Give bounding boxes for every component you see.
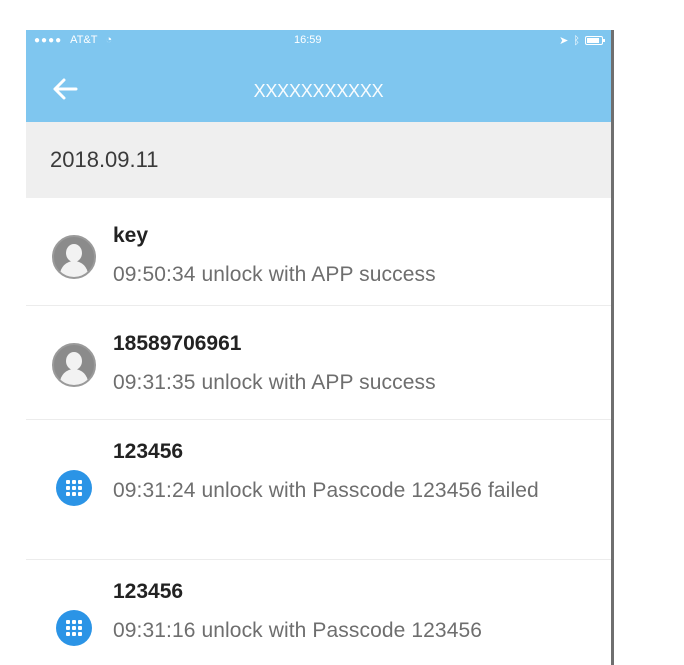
user-avatar-icon	[52, 343, 96, 387]
top-bar: ●●●● AT&T ◔ 16:59 ➤ ᛒ XXXXXXXXXXX	[26, 30, 611, 122]
status-time: 16:59	[294, 34, 322, 46]
status-bar: ●●●● AT&T ◔ 16:59 ➤ ᛒ	[26, 30, 611, 56]
record-name: 18589706961	[113, 332, 242, 355]
record-description: 09:31:16 unlock with Passcode 123456	[113, 619, 483, 642]
record-name: key	[113, 224, 149, 247]
wifi-icon: ◔	[105, 34, 113, 46]
record-icon-wrap	[52, 466, 96, 510]
user-avatar-icon	[52, 235, 96, 279]
record-description: 09:31:35 unlock with APP success	[113, 371, 436, 394]
location-icon: ➤	[559, 35, 569, 47]
record-text: key 09:50:34 unlock with APP success	[113, 198, 583, 289]
battery-icon	[585, 36, 605, 45]
record-text: 123456 09:31:24 unlock with Passcode 123…	[113, 420, 583, 505]
record-name: 123456	[113, 440, 184, 463]
record-icon-wrap	[52, 235, 96, 279]
status-right: ➤ ᛒ	[559, 34, 605, 47]
bluetooth-icon: ᛒ	[573, 34, 580, 47]
status-left: ●●●● AT&T ◔	[34, 34, 112, 46]
navigation-bar: XXXXXXXXXXX	[26, 56, 611, 122]
date-header: 2018.09.11	[26, 122, 611, 198]
phone-screen: ●●●● AT&T ◔ 16:59 ➤ ᛒ XXXXXXXXXXX 2018.0…	[26, 30, 614, 665]
record-description: 09:50:34 unlock with APP success	[113, 263, 436, 286]
record-text: 18589706961 09:31:35 unlock with APP suc…	[113, 306, 583, 397]
record-icon-wrap	[52, 343, 96, 387]
record-row[interactable]: 18589706961 09:31:35 unlock with APP suc…	[26, 306, 611, 420]
carrier-label: AT&T	[70, 34, 98, 46]
record-icon-wrap	[52, 606, 96, 650]
record-description: 09:31:24 unlock with Passcode 123456 fai…	[113, 479, 539, 502]
record-row[interactable]: 123456 09:31:16 unlock with Passcode 123…	[26, 560, 611, 665]
page-title: XXXXXXXXXXX	[253, 81, 384, 101]
passcode-icon	[56, 470, 92, 506]
record-text: 123456 09:31:16 unlock with Passcode 123…	[113, 560, 583, 645]
record-name: 123456	[113, 580, 184, 603]
signal-dots-icon: ●●●●	[34, 34, 63, 46]
record-row[interactable]: key 09:50:34 unlock with APP success	[26, 198, 611, 306]
passcode-icon	[56, 610, 92, 646]
record-row[interactable]: 123456 09:31:24 unlock with Passcode 123…	[26, 420, 611, 560]
